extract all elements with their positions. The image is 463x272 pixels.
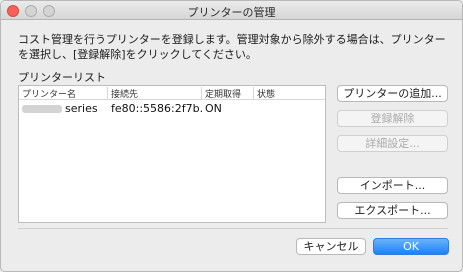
printer-name-suffix: series (65, 102, 98, 115)
printer-list-table[interactable]: プリンター名 接続先 定期取得 状態 series fe80::5586:2f7… (18, 85, 326, 223)
instruction-text: コスト管理を行うプリンターを登録します。管理対象から除外する場合は、プリンターを… (18, 33, 446, 61)
column-header-periodic[interactable]: 定期取得 (202, 87, 254, 100)
printer-management-dialog: プリンターの管理 コスト管理を行うプリンターを登録します。管理対象から除外する場… (0, 0, 463, 272)
table-header: プリンター名 接続先 定期取得 状態 (19, 86, 325, 100)
cell-printer-name: series (19, 102, 108, 116)
cell-status (254, 102, 325, 116)
unregister-button[interactable]: 登録解除 (337, 110, 448, 127)
printer-list-label: プリンターリスト (18, 71, 106, 84)
column-header-status[interactable]: 状態 (254, 87, 325, 100)
export-button[interactable]: エクスポート... (337, 202, 448, 219)
add-printer-button[interactable]: プリンターの追加... (337, 85, 448, 102)
table-row[interactable]: series fe80::5586:2f7b... ON (19, 101, 325, 117)
cell-periodic: ON (205, 102, 222, 115)
import-button[interactable]: インポート... (337, 177, 448, 194)
redacted-text (22, 105, 62, 113)
window-title: プリンターの管理 (187, 6, 276, 19)
ok-button[interactable]: OK (373, 238, 449, 255)
cancel-button[interactable]: キャンセル (296, 238, 366, 255)
detail-settings-button[interactable]: 詳細設定... (337, 135, 448, 152)
column-header-printer-name[interactable]: プリンター名 (19, 87, 108, 100)
column-header-connection[interactable]: 接続先 (108, 87, 202, 100)
title-bar: プリンターの管理 (1, 1, 462, 20)
cell-connection: fe80::5586:2f7b... (111, 102, 202, 115)
footer-divider (18, 228, 448, 229)
